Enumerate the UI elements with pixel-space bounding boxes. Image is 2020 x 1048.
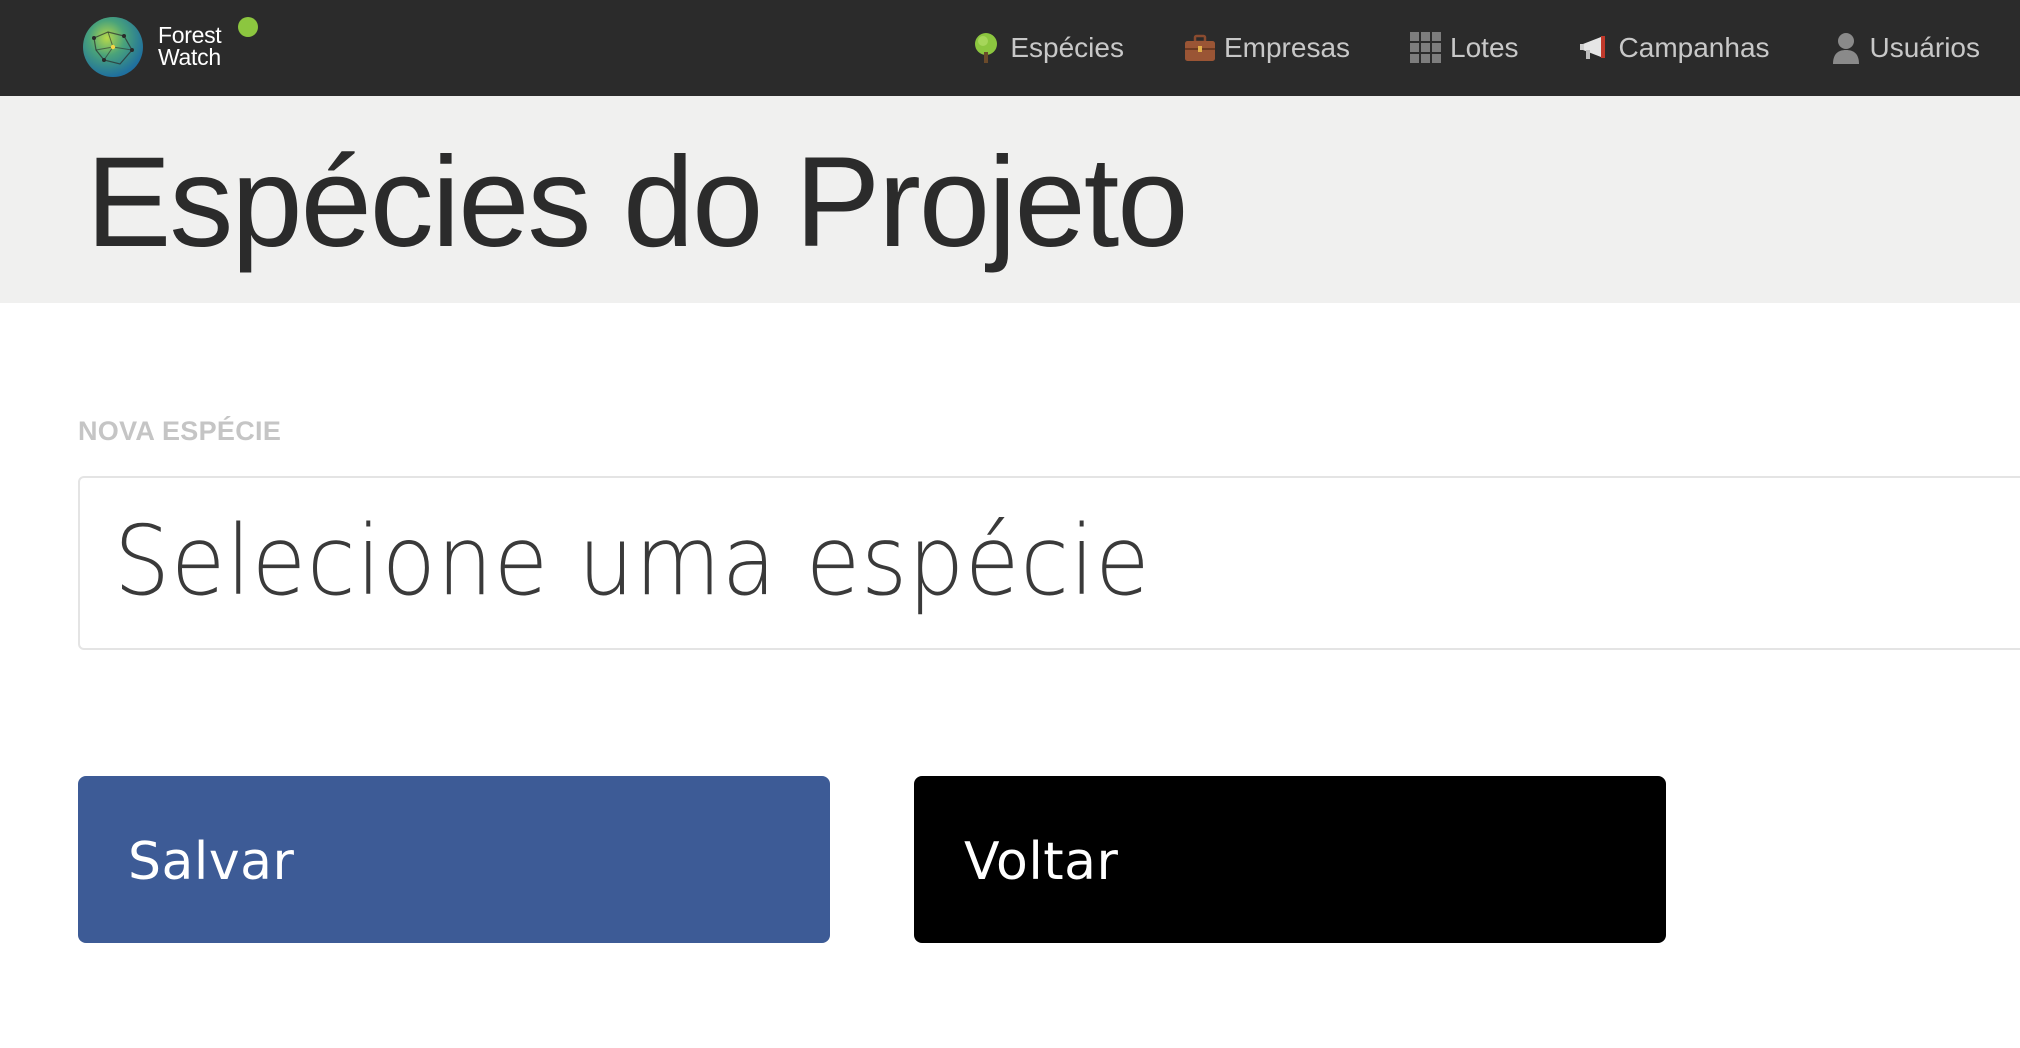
globe-logo-icon (83, 17, 143, 77)
nav-item-label: Campanhas (1618, 32, 1770, 63)
nav-item-label: Empresas (1223, 32, 1351, 63)
top-navbar: Forest Watch Espécies Empresas Lotes Cam… (0, 0, 2020, 96)
page-header-band: Espécies do Projeto (0, 96, 2020, 303)
megaphone-icon (1579, 32, 1611, 64)
nav-item-empresas[interactable]: Empresas (1184, 32, 1350, 64)
status-indicator-dot (238, 17, 258, 37)
species-select[interactable]: Selecione uma espécie (78, 476, 2020, 650)
nav-item-label: Espécies (1010, 32, 1124, 63)
nav-item-label: Usuários (1869, 32, 1980, 63)
tree-icon (970, 32, 1002, 64)
save-button-label: Salvar (128, 832, 295, 892)
page-title: Espécies do Projeto (86, 131, 1188, 274)
nav-item-label: Lotes (1450, 32, 1519, 63)
brand-name: Forest Watch (158, 22, 222, 70)
species-select-placeholder: Selecione uma espécie (114, 505, 1151, 617)
brand-line-1: Forest (158, 22, 222, 48)
grid-icon (1410, 32, 1442, 64)
main-nav: Espécies Empresas Lotes Campanhas Usuári… (950, 0, 2020, 96)
save-button[interactable]: Salvar (78, 776, 830, 943)
back-button[interactable]: Voltar (914, 776, 1666, 943)
brand-line-2: Watch (158, 44, 221, 70)
briefcase-icon (1184, 32, 1216, 64)
nav-item-especies[interactable]: Espécies (970, 32, 1124, 64)
nav-item-usuarios[interactable]: Usuários (1830, 32, 1980, 64)
back-button-label: Voltar (964, 832, 1119, 892)
nav-item-campanhas[interactable]: Campanhas (1579, 32, 1770, 64)
species-field-label: NOVA ESPÉCIE (78, 416, 282, 446)
user-icon (1830, 32, 1862, 64)
nav-item-lotes[interactable]: Lotes (1410, 32, 1519, 64)
